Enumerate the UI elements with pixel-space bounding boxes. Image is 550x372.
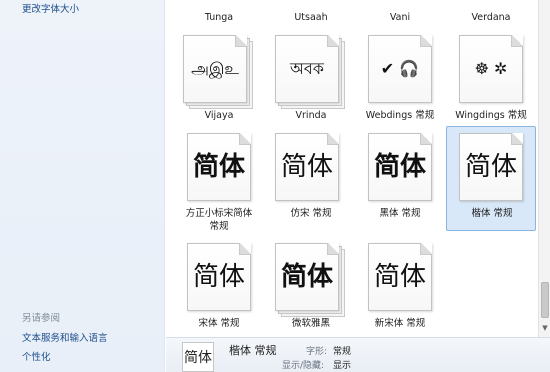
selected-font-thumbnail: 简体 — [182, 342, 214, 372]
scroll-down-icon[interactable]: ▼ — [541, 323, 549, 333]
font-preview: ☸ ✲ — [459, 35, 523, 103]
font-label-vani[interactable]: Vani — [355, 12, 445, 24]
font-preview: ✔ 🎧 — [368, 35, 432, 103]
font-sample: 简体 — [373, 262, 426, 292]
change-font-size-link[interactable]: 更改字体大小 — [22, 1, 79, 15]
font-label-style: 常规 — [209, 221, 229, 232]
visibility-value: 显示 — [333, 361, 352, 371]
font-item-vrinda[interactable]: অবক Vrinda — [266, 30, 356, 135]
font-preview: 简体 — [275, 133, 339, 201]
font-item-yahei[interactable]: 简体 微软雅黑 — [266, 238, 356, 337]
scrollbar-thumb[interactable] — [541, 282, 549, 318]
font-sample: அஇஉ — [191, 59, 239, 78]
font-preview: 简体 — [187, 133, 251, 201]
font-sample: 简体 — [373, 152, 426, 182]
font-label: 微软雅黑 — [291, 318, 330, 329]
font-item-songti[interactable]: 简体 宋体 常规 — [174, 238, 264, 337]
font-preview: 简体 — [187, 243, 251, 311]
font-label: 黑体 常规 — [379, 208, 421, 219]
font-label: 方正小标宋简体 — [185, 208, 253, 219]
vertical-scrollbar[interactable]: ▼ — [538, 0, 550, 337]
font-grid: Tunga Utsaah Vani Verdana அஇஉ Vijaya অবক… — [166, 0, 538, 337]
font-preview: অবক — [275, 35, 339, 103]
font-sample: 简体 — [280, 262, 333, 292]
see-also-heading: 另请参阅 — [22, 313, 61, 324]
font-preview: 简体 — [459, 133, 523, 201]
font-item-fangsong[interactable]: 简体 仿宋 常规 — [266, 128, 356, 233]
font-label: Wingdings 常规 — [455, 110, 527, 121]
font-style-value: 常规 — [333, 347, 352, 357]
font-style-label: 字形: — [306, 347, 328, 357]
personalize-link[interactable]: 个性化 — [22, 349, 51, 363]
font-label: Vrinda — [295, 110, 327, 121]
font-sample: ☸ ✲ — [474, 59, 508, 78]
font-label-utsaah[interactable]: Utsaah — [266, 12, 356, 24]
font-label-verdana[interactable]: Verdana — [446, 12, 536, 24]
font-sample: ✔ 🎧 — [380, 59, 420, 78]
font-item-xinsongti[interactable]: 简体 新宋体 常规 — [355, 238, 445, 337]
font-sample: 简体 — [192, 262, 245, 292]
font-preview: 简体 — [368, 243, 432, 311]
font-item-webdings[interactable]: ✔ 🎧 Webdings 常规 — [355, 30, 445, 135]
font-preview: 简体 — [275, 243, 339, 311]
font-item-fangzheng[interactable]: 简体 方正小标宋简体 常规 — [174, 128, 264, 233]
font-label: Vijaya — [204, 110, 234, 121]
details-pane: 简体 楷体 常规 字形: 常规 显示/隐藏: 显示 — [166, 337, 550, 372]
font-sample: 简体 — [192, 152, 245, 182]
font-label: 楷体 常规 — [471, 208, 513, 219]
font-label: Webdings 常规 — [365, 110, 435, 121]
font-item-kaiti-selected[interactable]: 简体 楷体 常规 — [446, 126, 536, 231]
font-label: 新宋体 常规 — [374, 318, 426, 329]
font-sample: 简体 — [280, 152, 333, 182]
font-item-wingdings[interactable]: ☸ ✲ Wingdings 常规 — [446, 30, 536, 135]
font-preview: 简体 — [368, 133, 432, 201]
visibility-label: 显示/隐藏: — [282, 361, 325, 371]
font-sample: অবক — [290, 59, 324, 78]
font-label: 仿宋 常规 — [290, 208, 332, 219]
sidebar: 更改字体大小 另请参阅 文本服务和输入语言 个性化 — [0, 0, 165, 372]
font-sample: 简体 — [464, 152, 517, 182]
selected-font-name: 楷体 常规 — [229, 344, 277, 357]
text-services-link[interactable]: 文本服务和输入语言 — [22, 330, 108, 344]
font-item-heiti[interactable]: 简体 黑体 常规 — [355, 128, 445, 233]
font-label: 宋体 常规 — [198, 318, 240, 329]
font-item-vijaya[interactable]: அஇஉ Vijaya — [174, 30, 264, 135]
font-label-tunga[interactable]: Tunga — [174, 12, 264, 24]
font-preview: அஇஉ — [183, 35, 247, 103]
